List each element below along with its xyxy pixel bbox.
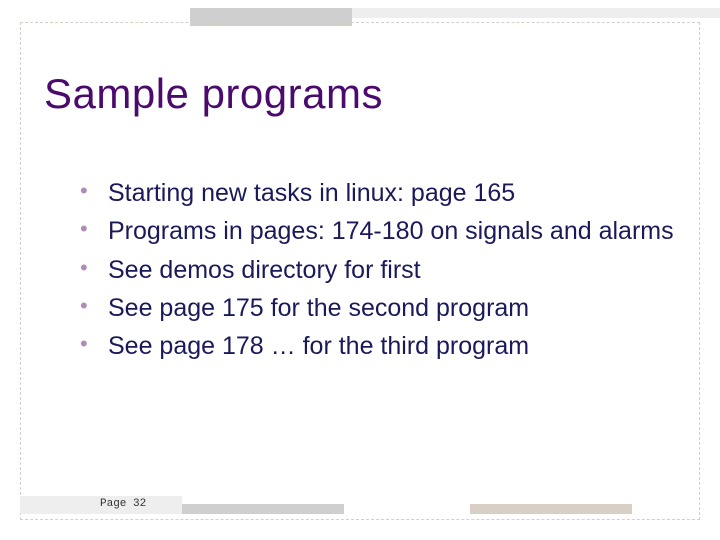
bullet-item: See page 178 … for the third program [80, 328, 680, 364]
bullet-item: See page 175 for the second program [80, 290, 680, 326]
footer-accent-bar-mid [182, 504, 344, 514]
header-accent-bar-light [352, 8, 720, 18]
bullet-item: Starting new tasks in linux: page 165 [80, 175, 680, 211]
bullet-list: Starting new tasks in linux: page 165 Pr… [80, 175, 680, 366]
page-number: Page 32 [100, 498, 146, 510]
bullet-item: See demos directory for first [80, 252, 680, 288]
bullet-item: Programs in pages: 174-180 on signals an… [80, 213, 680, 249]
slide-title: Sample programs [44, 70, 383, 118]
footer-accent-bar-tan [470, 504, 632, 514]
